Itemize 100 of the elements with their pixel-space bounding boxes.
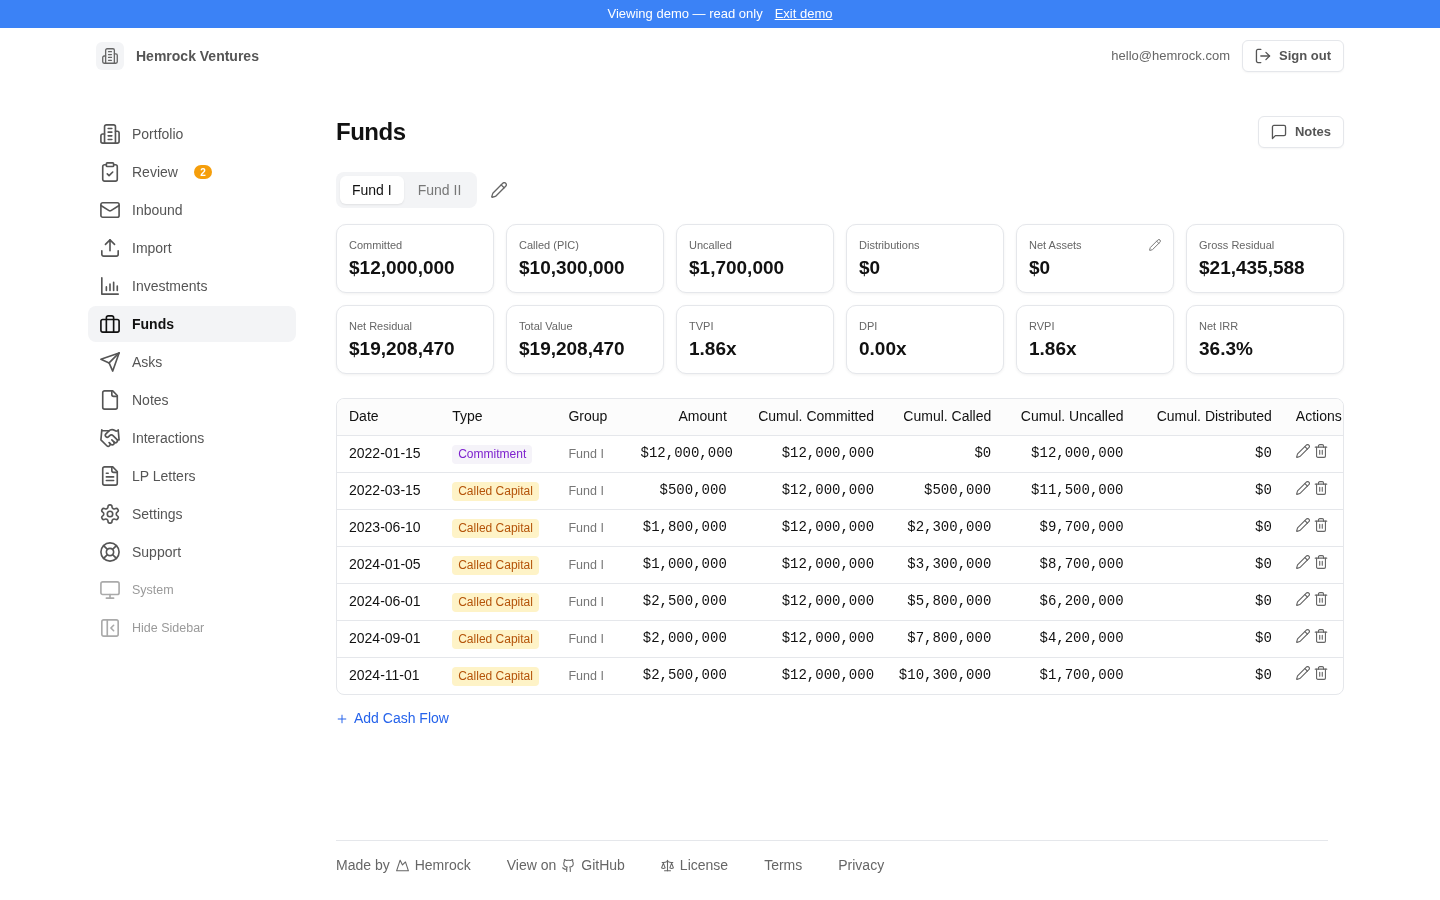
handshake-icon: [100, 428, 120, 448]
speech-bubble-icon: [1270, 124, 1287, 140]
table-cell: $1,700,000: [1039, 667, 1124, 684]
table-cell: $2,500,000: [642, 667, 727, 684]
table-cell: 2024-06-01: [349, 593, 421, 609]
footer-link[interactable]: Made by Hemrock: [336, 854, 471, 876]
sign-out-button[interactable]: Sign out: [1242, 40, 1344, 72]
table-cell: $0: [1255, 445, 1272, 461]
edit-button[interactable]: [1295, 666, 1310, 681]
exit-demo-link[interactable]: Exit demo: [774, 4, 833, 24]
sidebar-item[interactable]: Notes: [88, 382, 296, 418]
footer-link[interactable]: View on GitHub: [506, 854, 625, 876]
table-cell: $8,700,000: [1039, 556, 1124, 572]
table-cell: $0: [974, 445, 992, 461]
trash-icon: [1313, 444, 1328, 458]
type-tag: Called Capital: [452, 556, 539, 575]
metric-label: Net Residual: [349, 319, 412, 333]
table-cell: $12,000,000: [781, 667, 875, 684]
fund-tab[interactable]: Fund I: [340, 176, 404, 204]
sidebar-item[interactable]: Settings: [88, 496, 296, 532]
delete-button[interactable]: [1313, 629, 1328, 643]
delete-button[interactable]: [1313, 555, 1328, 569]
edit-button[interactable]: [491, 182, 508, 198]
metric-value: 1.86x: [1029, 337, 1078, 361]
sidebar-item[interactable]: Portfolio: [88, 116, 296, 152]
delete-button[interactable]: [1313, 518, 1328, 532]
footer-link[interactable]: License: [660, 854, 729, 876]
footer-link[interactable]: Privacy: [838, 854, 885, 876]
sidebar-item[interactable]: Investments: [88, 268, 296, 304]
building-icon: [100, 124, 120, 144]
demo-notice: Viewing demo — read only: [607, 5, 763, 24]
table-cell: $4,200,000: [1039, 630, 1124, 646]
document-lines-icon: [100, 466, 120, 486]
table-cell: $12,000,000: [1031, 445, 1124, 461]
metric-label: Net IRR: [1199, 319, 1239, 333]
metric-value: $19,208,470: [519, 337, 626, 361]
table-cell: $9,700,000: [1039, 519, 1124, 535]
sidebar-item[interactable]: Funds: [88, 306, 296, 342]
table-cell: 2024-09-01: [349, 630, 421, 646]
table-cell: $1,800,000: [642, 519, 727, 535]
group-text: Fund I: [568, 632, 604, 646]
sidebar-item[interactable]: LP Letters: [88, 458, 296, 494]
trash-icon: [1313, 629, 1328, 643]
table-cell: $12,000,000: [640, 445, 733, 461]
notes-button[interactable]: Notes: [1257, 116, 1344, 148]
add-cash-flow-link[interactable]: Add Cash Flow: [336, 708, 449, 729]
sidebar-item[interactable]: Interactions: [88, 420, 296, 456]
type-tag: Called Capital: [452, 593, 539, 612]
edit-button[interactable]: [1295, 444, 1310, 458]
table-cell: $0: [1255, 519, 1272, 535]
panel-collapse-icon: [100, 618, 120, 638]
sidebar-item[interactable]: Asks: [88, 344, 296, 380]
edit-button[interactable]: [1295, 592, 1310, 606]
trash-icon: [1313, 666, 1328, 681]
user-email: hello@hemrock.com: [1111, 47, 1230, 66]
table-cell: $0: [1255, 482, 1272, 498]
edit-button[interactable]: [1295, 555, 1310, 569]
column-header: Group: [568, 408, 608, 425]
metric-value: $1,700,000: [689, 256, 786, 280]
delete-button[interactable]: [1313, 481, 1328, 495]
table-cell: $2,300,000: [907, 519, 992, 535]
count-badge: 2: [193, 165, 212, 179]
type-tag: Called Capital: [452, 519, 539, 538]
type-tag: Called Capital: [452, 667, 539, 687]
sidebar-item[interactable]: Inbound: [88, 192, 296, 228]
table-cell: $2,000,000: [642, 630, 727, 646]
edit-button[interactable]: [1295, 481, 1310, 495]
footer-link[interactable]: Terms: [764, 854, 803, 876]
delete-button[interactable]: [1313, 666, 1328, 681]
monitor-icon: [100, 580, 120, 600]
group-text: Fund I: [568, 669, 604, 684]
table-cell: $12,000,000: [781, 593, 875, 609]
pencil-icon: [1295, 481, 1310, 495]
metric-value: $10,300,000: [519, 256, 626, 280]
metric-label: RVPI: [1029, 319, 1055, 333]
column-header: Amount: [678, 408, 727, 425]
table-cell: $6,200,000: [1039, 593, 1124, 609]
metric-value: $0: [1029, 256, 1052, 280]
table-cell: $0: [1255, 556, 1272, 572]
paper-plane-icon: [100, 352, 120, 372]
pencil-icon: [1295, 555, 1310, 569]
bar-chart-icon: [100, 276, 120, 296]
sidebar-item[interactable]: Support: [88, 534, 296, 570]
sidebar-item[interactable]: Review 2: [88, 154, 296, 190]
delete-button[interactable]: [1313, 444, 1328, 458]
fund-tab[interactable]: Fund II: [405, 176, 474, 204]
plus-icon: [336, 712, 348, 725]
trash-icon: [1313, 481, 1328, 495]
edit-button[interactable]: [1295, 629, 1310, 643]
table-cell: $2,500,000: [642, 593, 727, 609]
edit-button[interactable]: [1295, 518, 1310, 532]
metric-label: Net Assets: [1029, 238, 1082, 252]
table-cell: $12,000,000: [781, 630, 875, 646]
pencil-icon: [491, 182, 508, 198]
table-cell: $12,000,000: [781, 519, 875, 535]
group-text: Fund I: [568, 595, 604, 609]
trash-icon: [1313, 555, 1328, 569]
table-cell: $12,000,000: [781, 556, 875, 572]
delete-button[interactable]: [1313, 592, 1328, 606]
sidebar-item[interactable]: Import: [88, 230, 296, 266]
